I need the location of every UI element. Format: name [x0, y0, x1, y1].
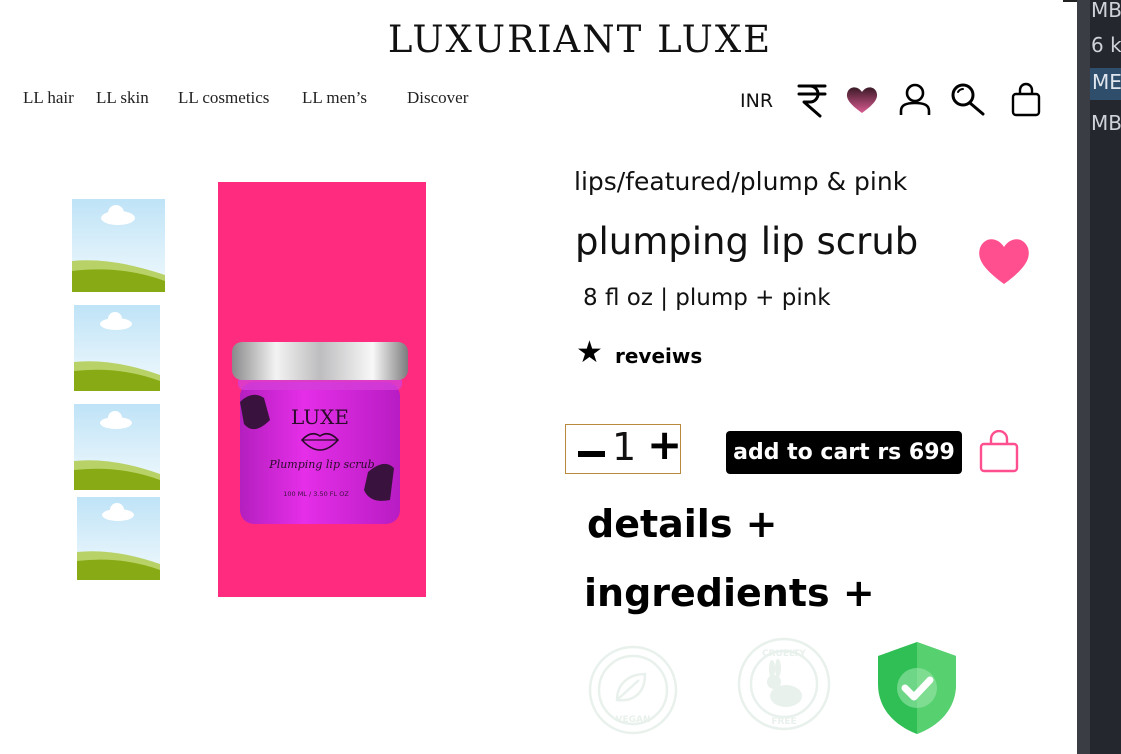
- currency-code[interactable]: INR: [740, 90, 773, 112]
- cruelty-free-badge-icon: CRUELTY FREE: [737, 637, 831, 731]
- product-hero-image[interactable]: LUXE Plumping lip scrub 100 ML / 3.50 FL…: [218, 182, 426, 597]
- thumbnail-3[interactable]: [74, 404, 160, 490]
- nav-item-ll-hair[interactable]: LL hair: [23, 88, 74, 108]
- side-panel-row-3-selected[interactable]: ME: [1090, 68, 1121, 100]
- lip-scrub-jar-image: LUXE Plumping lip scrub 100 ML / 3.50 FL…: [232, 342, 408, 524]
- jar-volume-text: 100 ML / 3.50 FL OZ: [283, 490, 349, 498]
- nav-item-discover[interactable]: Discover: [407, 88, 468, 108]
- ingredients-accordion[interactable]: ingredients +: [584, 571, 875, 615]
- nav-item-ll-cosmetics[interactable]: LL cosmetics: [178, 88, 269, 108]
- thumbnail-2[interactable]: [74, 305, 160, 391]
- cruelty-free-badge-top-text: CRUELTY: [762, 649, 806, 659]
- breadcrumb[interactable]: lips/featured/plump & pink: [574, 167, 907, 196]
- window-edge-marker: [1063, 0, 1077, 2]
- rupee-icon[interactable]: [792, 80, 832, 120]
- heart-icon[interactable]: [842, 80, 882, 120]
- shopping-bag-icon[interactable]: [1006, 80, 1046, 120]
- nav-item-ll-mens[interactable]: LL men’s: [302, 88, 367, 108]
- details-accordion[interactable]: details +: [587, 502, 778, 546]
- brand-logo[interactable]: LUXURIANT LUXE: [0, 18, 1121, 61]
- product-subtitle: 8 fl oz | plump + pink: [583, 285, 831, 311]
- vegan-badge-text: VEGAN: [616, 715, 651, 725]
- thumbnail-4[interactable]: [77, 497, 160, 580]
- jar-label-text: Plumping lip scrub: [268, 458, 374, 471]
- cart-bag-icon[interactable]: [978, 430, 1020, 474]
- thumbnail-1[interactable]: [72, 199, 165, 292]
- vegan-badge-icon: VEGAN: [588, 645, 678, 735]
- side-panel-scrollbar[interactable]: [1077, 0, 1090, 754]
- wishlist-heart-icon[interactable]: [976, 234, 1032, 286]
- quantity-decrease-button[interactable]: [578, 451, 605, 457]
- quantity-increase-button[interactable]: +: [647, 420, 682, 469]
- star-icon: ★: [576, 335, 603, 370]
- jar-brand-text: LUXE: [291, 405, 349, 429]
- product-page: LUXURIANT LUXE LL hair LL skin LL cosmet…: [0, 0, 1077, 754]
- user-icon[interactable]: [895, 80, 935, 120]
- add-to-cart-button[interactable]: add to cart rs 699: [726, 431, 962, 474]
- product-title: plumping lip scrub: [575, 220, 919, 263]
- search-icon[interactable]: [947, 80, 987, 120]
- quantity-value[interactable]: 1: [612, 425, 636, 469]
- verified-shield-icon: [878, 642, 956, 734]
- reviews-link[interactable]: reveiws: [615, 344, 702, 368]
- cruelty-free-badge-bottom-text: FREE: [771, 717, 796, 727]
- nav-item-ll-skin[interactable]: LL skin: [96, 88, 149, 108]
